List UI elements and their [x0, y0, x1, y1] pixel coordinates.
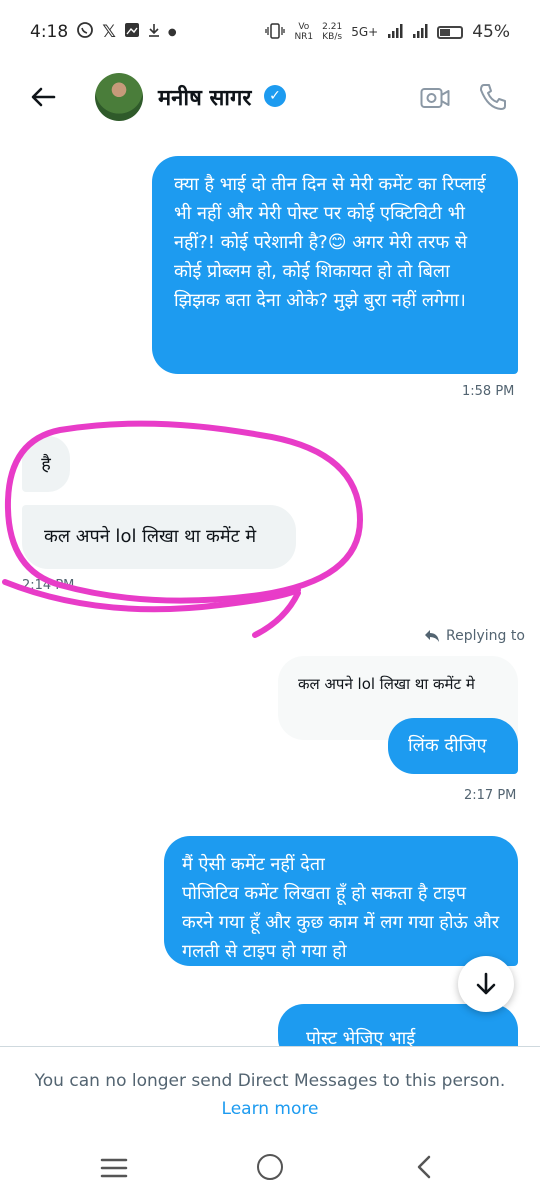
- message-timestamp: 2:14 PM: [22, 578, 75, 593]
- dm-disabled-notice: You can no longer send Direct Messages t…: [0, 1046, 540, 1134]
- vibrate-icon: [265, 22, 286, 42]
- back-arrow-icon[interactable]: [28, 82, 62, 116]
- scroll-to-bottom-button[interactable]: [458, 956, 514, 1012]
- x-icon: 𝕏: [102, 22, 116, 42]
- speed-value: 2.21: [322, 22, 343, 32]
- system-nav-bar: [0, 1134, 540, 1200]
- dot-icon: ●: [167, 26, 177, 38]
- outgoing-message[interactable]: क्या है भाई दो तीन दिन से मेरी कमेंट का …: [152, 156, 518, 374]
- battery-icon: [437, 25, 464, 39]
- nav-back-icon[interactable]: [412, 1154, 438, 1180]
- home-icon[interactable]: [257, 1154, 283, 1180]
- contact-name[interactable]: मनीष सागर: [158, 82, 251, 112]
- outgoing-message[interactable]: मैं ऐसी कमेंट नहीं देता पोजिटिव कमेंट लि…: [164, 836, 518, 966]
- conversation-header: मनीष सागर ✓: [0, 64, 540, 134]
- arrow-down-icon: [476, 972, 496, 995]
- avatar[interactable]: [95, 73, 143, 121]
- signal-icon: [387, 23, 403, 42]
- nr-label: NR1: [294, 32, 314, 42]
- reply-arrow-icon: [425, 630, 439, 642]
- verified-badge-icon: ✓: [264, 85, 286, 107]
- whatsapp-icon: [76, 21, 94, 43]
- phone-call-icon[interactable]: [478, 82, 508, 112]
- video-call-icon[interactable]: [420, 86, 450, 110]
- status-bar: 4:18 𝕏 ● Vo NR1 2.21 KB/s 5G+ 45%: [0, 0, 540, 64]
- notice-text: You can no longer send Direct Messages t…: [34, 1071, 506, 1091]
- volte-label: Vo: [298, 22, 310, 32]
- incoming-message[interactable]: है: [22, 436, 70, 492]
- speed-unit: KB/s: [322, 32, 343, 42]
- battery-percent: 45%: [472, 22, 510, 42]
- message-timestamp: 1:58 PM: [462, 384, 515, 399]
- incoming-message[interactable]: कल अपने lol लिखा था कमेंट मे: [22, 505, 296, 569]
- recents-icon[interactable]: [100, 1158, 128, 1178]
- download-icon: [148, 22, 160, 42]
- status-time: 4:18: [30, 22, 69, 42]
- outgoing-message[interactable]: लिंक दीजिए: [388, 718, 518, 774]
- replying-to-text: Replying to: [446, 628, 525, 644]
- replying-to-label: Replying to: [424, 628, 525, 644]
- message-timestamp: 2:17 PM: [464, 788, 517, 803]
- gallery-icon: [124, 22, 140, 42]
- learn-more-link[interactable]: Learn more: [0, 1099, 540, 1119]
- signal-icon-2: [412, 23, 428, 42]
- network-type: 5G+: [351, 25, 379, 39]
